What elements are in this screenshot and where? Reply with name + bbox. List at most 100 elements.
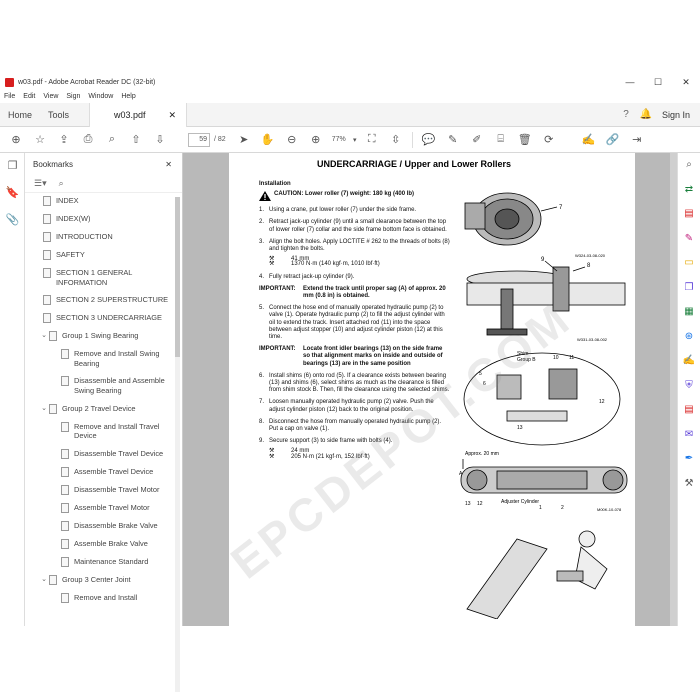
important-label-1: IMPORTANT: xyxy=(259,285,296,292)
bookmark-item[interactable]: Disassemble and Assemble Swing Bearing xyxy=(25,376,182,395)
zoom-out-icon[interactable]: ⊖ xyxy=(280,133,304,146)
text-edit-icon[interactable]: ⌸ xyxy=(489,133,513,146)
export-pdf-icon[interactable]: ⇄ xyxy=(678,178,700,203)
print-icon[interactable]: ⎙ xyxy=(76,133,100,146)
menu-edit[interactable]: Edit xyxy=(23,93,35,100)
tab-close-icon[interactable]: ✕ xyxy=(168,103,176,127)
edit-pdf-icon[interactable]: ✎ xyxy=(678,227,700,252)
bookmark-label: Disassemble Travel Device xyxy=(74,448,164,458)
fill-sign-icon[interactable]: ✍ xyxy=(577,133,601,146)
bookmark-item[interactable]: Assemble Travel Motor xyxy=(25,502,182,513)
mechanic-figure xyxy=(466,530,608,619)
page-number-input[interactable]: 59 xyxy=(188,132,210,147)
zoom-select[interactable]: 77% xyxy=(332,136,346,143)
bookmark-label: Group 2 Travel Device xyxy=(62,403,136,413)
bookmark-item[interactable]: Remove and Install Swing Bearing xyxy=(25,349,182,368)
fig3-label-11: 11 xyxy=(569,355,574,361)
step-4-text: Fully retract jack-up cylinder (9). xyxy=(269,273,355,280)
tab-document[interactable]: w03.pdf ✕ xyxy=(89,102,188,127)
protect-icon[interactable]: ⛨ xyxy=(678,374,700,399)
chevron-down-icon[interactable]: ⌄ xyxy=(39,404,49,414)
next-page-icon[interactable]: ⇩ xyxy=(148,133,172,146)
bookmark-item[interactable]: Maintenance Standard xyxy=(25,556,182,567)
search-icon[interactable]: ⌕ xyxy=(100,133,124,146)
help-icon[interactable]: ? xyxy=(616,109,636,120)
bookmark-page-icon xyxy=(61,421,69,432)
bookmarks-close-icon[interactable]: ✕ xyxy=(165,160,172,169)
zoom-dropdown-icon[interactable]: ▾ xyxy=(350,136,360,144)
bookmark-item[interactable]: SAFETY xyxy=(25,250,182,260)
bookmark-item[interactable]: Disassemble Brake Valve xyxy=(25,520,182,531)
comment-icon[interactable]: 💬 xyxy=(417,133,441,146)
chevron-down-icon[interactable]: ⌄ xyxy=(39,331,49,341)
main-toolbar: ⊕ ☆ ⇪ ⎙ ⌕ ⇧ ⇩ 59 / 82 ➤ ✋ ⊖ ⊕ 77% ▾ ⛶ ⇳ … xyxy=(0,127,700,153)
menu-view[interactable]: View xyxy=(43,93,58,100)
fit-page-icon[interactable]: ⛶ xyxy=(360,133,384,146)
bookmarks-panel-icon[interactable]: 🔖 xyxy=(0,180,25,207)
bookmark-item[interactable]: Disassemble Travel Motor xyxy=(25,484,182,495)
redact-icon[interactable]: ▤ xyxy=(678,398,700,423)
delete-icon[interactable]: 🗑 xyxy=(513,133,537,146)
highlight-icon[interactable]: ✎ xyxy=(441,133,465,146)
compress-pdf-icon[interactable]: ⊛ xyxy=(678,325,700,350)
document-scrollbar[interactable] xyxy=(670,153,677,626)
bookmark-item[interactable]: SECTION 1 GENERAL INFORMATION xyxy=(25,268,182,287)
bookmark-item[interactable]: Remove and Install xyxy=(25,592,182,603)
more-tools-icon[interactable]: ⚒ xyxy=(678,472,700,497)
bookmark-item[interactable]: ⌄ Group 3 Center Joint xyxy=(25,574,182,585)
share-icon[interactable]: ⇥ xyxy=(625,133,649,146)
bookmark-item[interactable]: ⌄ Group 2 Travel Device xyxy=(25,403,182,414)
comment-tool-icon[interactable]: ▭ xyxy=(678,251,700,276)
bookmark-item[interactable]: Assemble Brake Valve xyxy=(25,538,182,549)
notifications-icon[interactable]: 🔔 xyxy=(636,109,656,120)
fill-sign-tool-icon[interactable]: ✍ xyxy=(678,349,700,374)
select-cursor-icon[interactable]: ➤ xyxy=(232,133,256,146)
menu-file[interactable]: File xyxy=(4,93,15,100)
attachments-icon[interactable]: 📎 xyxy=(0,207,25,234)
upload-icon[interactable]: ⇪ xyxy=(52,133,76,146)
share-link-icon[interactable]: 🔗 xyxy=(601,133,625,146)
tab-tools[interactable]: Tools xyxy=(40,103,77,127)
combine-files-icon[interactable]: ❐ xyxy=(678,276,700,301)
document-view[interactable]: UNDERCARRIAGE / Upper and Lower Rollers … xyxy=(183,153,677,626)
bookmark-star-icon[interactable]: ☆ xyxy=(28,133,52,146)
bookmark-item[interactable]: Disassemble Travel Device xyxy=(25,448,182,459)
bookmark-item[interactable]: ⌄ Group 1 Swing Bearing xyxy=(25,331,182,342)
chevron-down-icon[interactable]: ⌄ xyxy=(39,575,49,585)
bookmark-item[interactable]: Assemble Travel Device xyxy=(25,466,182,477)
bookmark-item[interactable]: INDEX xyxy=(25,196,182,206)
draw-icon[interactable]: ✐ xyxy=(465,133,489,146)
bookmark-item[interactable]: SECTION 3 UNDERCARRIAGE xyxy=(25,313,182,324)
step-5-text: Connect the hose end of manually operate… xyxy=(269,305,445,341)
bookmarks-scrollbar[interactable] xyxy=(175,197,180,692)
hand-tool-icon[interactable]: ✋ xyxy=(256,133,280,146)
bookmarks-scroll-thumb[interactable] xyxy=(175,197,180,357)
create-icon[interactable]: ⊕ xyxy=(4,133,28,146)
menu-window[interactable]: Window xyxy=(88,93,113,100)
close-window-button[interactable]: ✕ xyxy=(672,77,700,88)
page-thumbnails-icon[interactable]: ❐ xyxy=(0,153,25,180)
find-bookmark-icon[interactable]: ⌕ xyxy=(59,178,64,189)
scroll-mode-icon[interactable]: ⇳ xyxy=(384,133,408,146)
menu-sign[interactable]: Sign xyxy=(66,93,80,100)
bookmark-item[interactable]: Remove and Install Travel Device xyxy=(25,421,182,441)
previous-page-icon[interactable]: ⇧ xyxy=(124,133,148,146)
bookmark-page-icon xyxy=(49,574,57,585)
bookmark-options-icon[interactable]: ☰▾ xyxy=(34,178,47,189)
minimize-button[interactable]: — xyxy=(616,77,644,87)
sign-in-button[interactable]: Sign In xyxy=(656,110,700,120)
tab-home[interactable]: Home xyxy=(0,103,40,127)
zoom-in-icon[interactable]: ⊕ xyxy=(304,133,328,146)
bookmark-item[interactable]: SECTION 2 SUPERSTRUCTURE xyxy=(25,295,182,306)
maximize-button[interactable]: ☐ xyxy=(644,77,672,88)
bookmark-item[interactable]: INDEX(W) xyxy=(25,214,182,224)
zoom-tool-icon[interactable]: ⌕ xyxy=(678,153,700,178)
rotate-icon[interactable]: ⟳ xyxy=(537,133,561,146)
bookmark-label: Maintenance Standard xyxy=(74,556,149,566)
send-for-review-icon[interactable]: ✉ xyxy=(678,423,700,448)
stamp-icon[interactable]: ✒ xyxy=(678,447,700,472)
create-pdf-icon[interactable]: ▤ xyxy=(678,202,700,227)
bookmark-item[interactable]: INTRODUCTION xyxy=(25,232,182,242)
menu-help[interactable]: Help xyxy=(121,93,135,100)
organize-pages-icon[interactable]: ▦ xyxy=(678,300,700,325)
